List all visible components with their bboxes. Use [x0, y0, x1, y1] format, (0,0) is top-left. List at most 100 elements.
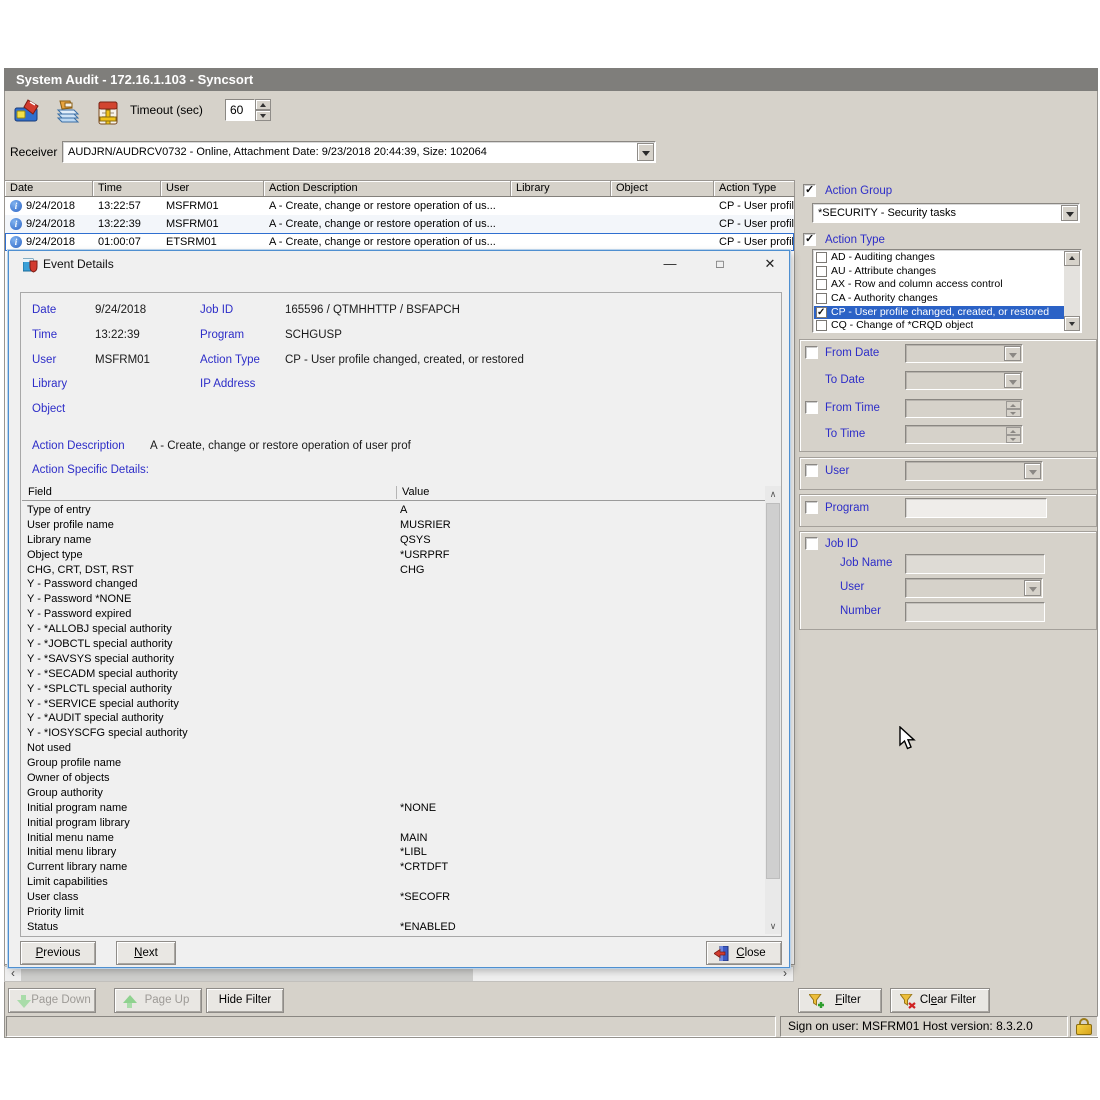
detail-column-field[interactable]: Field: [28, 486, 52, 498]
chevron-down-icon[interactable]: [1061, 205, 1078, 221]
detail-row[interactable]: User profile nameMUSRIER: [22, 518, 764, 533]
timeout-input[interactable]: [225, 99, 255, 121]
column-header-user[interactable]: User: [161, 181, 264, 196]
checkbox[interactable]: [816, 279, 827, 290]
detail-row[interactable]: User class*SECOFR: [22, 890, 764, 905]
table-row[interactable]: i9/24/201813:22:39MSFRM01A - Create, cha…: [5, 215, 794, 233]
detail-row[interactable]: CHG, CRT, DST, RSTCHG: [22, 563, 764, 578]
detail-row[interactable]: Group profile name: [22, 756, 764, 771]
checkbox[interactable]: [816, 307, 827, 318]
action-group-checkbox[interactable]: [803, 184, 816, 197]
detail-row[interactable]: Y - *AUDIT special authority: [22, 711, 764, 726]
table-row[interactable]: i9/24/201813:22:57MSFRM01A - Create, cha…: [5, 197, 794, 215]
detail-row[interactable]: Type of entryA: [22, 503, 764, 518]
action-type-checkbox[interactable]: [803, 233, 816, 246]
checkbox[interactable]: [816, 266, 827, 277]
action-group-combobox[interactable]: *SECURITY - Security tasks: [812, 203, 1080, 223]
maximize-icon[interactable]: □: [698, 251, 742, 278]
hide-filter-button[interactable]: Hide Filter: [206, 988, 284, 1013]
user-combobox[interactable]: [905, 461, 1043, 481]
chevron-down-icon[interactable]: [637, 143, 654, 161]
scroll-up-icon[interactable]: ∧: [765, 486, 781, 502]
program-checkbox[interactable]: [805, 501, 818, 514]
detail-row[interactable]: Status*ENABLED: [22, 920, 764, 934]
checkbox[interactable]: [816, 252, 827, 263]
from-time-checkbox[interactable]: [805, 401, 818, 414]
detail-row[interactable]: Y - *SAVSYS special authority: [22, 652, 764, 667]
detail-row[interactable]: Priority limit: [22, 905, 764, 920]
detail-row[interactable]: Y - *SERVICE special authority: [22, 697, 764, 712]
action-type-option[interactable]: CA - Authority changes: [814, 292, 1064, 306]
timeout-spin-down[interactable]: [255, 110, 271, 121]
scroll-down-icon[interactable]: ∨: [765, 918, 781, 934]
column-header-time[interactable]: Time: [93, 181, 161, 196]
detail-row[interactable]: Not used: [22, 741, 764, 756]
detail-row[interactable]: Owner of objects: [22, 771, 764, 786]
detail-row[interactable]: Library nameQSYS: [22, 533, 764, 548]
column-header-object[interactable]: Object: [611, 181, 714, 196]
to-time-spinner[interactable]: [905, 425, 1023, 444]
scroll-left-icon[interactable]: ‹: [5, 967, 21, 981]
detail-row[interactable]: Y - *ALLOBJ special authority: [22, 622, 764, 637]
detail-row[interactable]: Current library name*CRTDFT: [22, 860, 764, 875]
detail-row[interactable]: Group authority: [22, 786, 764, 801]
scrollbar-thumb[interactable]: [21, 967, 473, 981]
job-user-combobox[interactable]: [905, 578, 1043, 598]
detail-row[interactable]: Initial menu nameMAIN: [22, 831, 764, 846]
to-date-picker[interactable]: [905, 371, 1023, 390]
program-input[interactable]: [905, 498, 1047, 518]
from-date-picker[interactable]: [905, 344, 1023, 363]
scroll-right-icon[interactable]: ›: [777, 967, 793, 981]
filter-button[interactable]: Filter: [798, 988, 882, 1013]
page-up-button[interactable]: Page Up: [114, 988, 202, 1013]
detail-row[interactable]: Y - *SECADM special authority: [22, 667, 764, 682]
timeout-spin-up[interactable]: [255, 99, 271, 110]
journal-icon[interactable]: [12, 96, 44, 128]
scroll-up-icon[interactable]: [1064, 251, 1080, 266]
listbox-scrollbar[interactable]: [1064, 251, 1080, 331]
clear-filter-button[interactable]: Clear Filter: [890, 988, 990, 1013]
job-number-input[interactable]: [905, 602, 1045, 622]
detail-row[interactable]: Y - Password *NONE: [22, 592, 764, 607]
action-type-option[interactable]: AU - Attribute changes: [814, 265, 1064, 279]
detail-scrollbar[interactable]: ∧ ∨: [765, 486, 781, 934]
table-row[interactable]: i9/24/201801:00:07ETSRM01A - Create, cha…: [5, 233, 794, 251]
report-icon[interactable]: [94, 98, 126, 130]
action-type-option[interactable]: CP - User profile changed, created, or r…: [814, 306, 1064, 320]
receiver-combobox[interactable]: AUDJRN/AUDRCV0732 - Online, Attachment D…: [62, 141, 656, 163]
detail-row[interactable]: Y - *JOBCTL special authority: [22, 637, 764, 652]
window-titlebar[interactable]: System Audit - 172.16.1.103 - Syncsort: [4, 68, 1098, 91]
detail-row[interactable]: Y - Password changed: [22, 577, 764, 592]
detail-column-value[interactable]: Value: [402, 486, 429, 498]
receiver-stack-icon[interactable]: [52, 96, 84, 128]
from-time-spinner[interactable]: [905, 399, 1023, 418]
detail-row[interactable]: Initial program name*NONE: [22, 801, 764, 816]
action-type-option[interactable]: AX - Row and column access control: [814, 278, 1064, 292]
scrollbar-thumb[interactable]: [766, 503, 780, 879]
close-button[interactable]: Close: [706, 941, 782, 965]
column-header-action-type[interactable]: Action Type: [714, 181, 794, 196]
action-type-option[interactable]: CQ - Change of *CRQD object: [814, 319, 1064, 332]
previous-button[interactable]: Previous: [20, 941, 96, 965]
detail-row[interactable]: Object type*USRPRF: [22, 548, 764, 563]
action-type-listbox[interactable]: AD - Auditing changesAU - Attribute chan…: [812, 249, 1082, 333]
user-checkbox[interactable]: [805, 464, 818, 477]
detail-row[interactable]: Initial program library: [22, 816, 764, 831]
detail-row[interactable]: Y - *IOSYSCFG special authority: [22, 726, 764, 741]
job-name-input[interactable]: [905, 554, 1045, 574]
column-header-date[interactable]: Date: [5, 181, 93, 196]
detail-row[interactable]: Y - Password expired: [22, 607, 764, 622]
detail-row[interactable]: Initial menu library*LIBL: [22, 845, 764, 860]
action-type-option[interactable]: AD - Auditing changes: [814, 251, 1064, 265]
job-id-checkbox[interactable]: [805, 537, 818, 550]
checkbox[interactable]: [816, 320, 827, 331]
checkbox[interactable]: [816, 293, 827, 304]
detail-row[interactable]: Limit capabilities: [22, 875, 764, 890]
column-header-library[interactable]: Library: [511, 181, 611, 196]
close-icon[interactable]: ✕: [748, 251, 792, 278]
column-header-action-description[interactable]: Action Description: [264, 181, 511, 196]
detail-row[interactable]: Y - *SPLCTL special authority: [22, 682, 764, 697]
from-date-checkbox[interactable]: [805, 346, 818, 359]
horizontal-scrollbar[interactable]: ‹ ›: [4, 966, 794, 982]
scroll-down-icon[interactable]: [1064, 316, 1080, 331]
